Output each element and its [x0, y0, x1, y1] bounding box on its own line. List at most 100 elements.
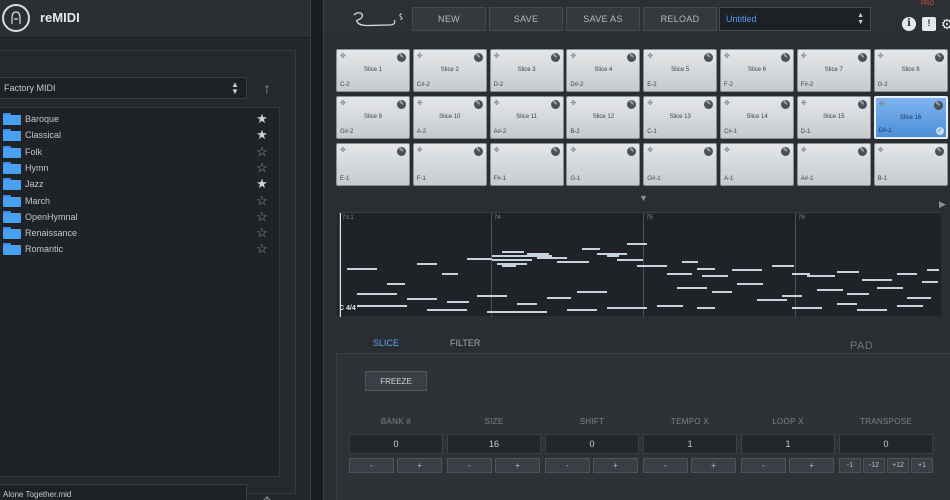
pad[interactable]: ✥ ✎ Slice 10 A-2	[412, 96, 487, 139]
midi-note[interactable]	[927, 269, 939, 271]
midi-note[interactable]	[737, 283, 763, 285]
pad[interactable]: ✥ ✎ Slice 13 C-1	[643, 96, 718, 139]
move-icon[interactable]: ✥	[879, 101, 885, 108]
move-icon[interactable]: ✥	[878, 147, 884, 154]
midi-note[interactable]	[492, 259, 532, 261]
wrench-icon[interactable]: ✎	[934, 147, 944, 156]
midi-note[interactable]	[772, 265, 794, 267]
midi-note[interactable]	[907, 297, 931, 299]
pad[interactable]: ✥ ✎ Slice 16 D#-1 ✓	[873, 96, 948, 139]
wrench-icon[interactable]: ✎	[933, 101, 943, 110]
pad[interactable]: ✥ ✎ Slice 2 C#-2	[412, 49, 487, 92]
reload-button[interactable]: RELOAD	[643, 7, 717, 31]
wrench-icon[interactable]: ✎	[397, 53, 406, 62]
star-filled-icon[interactable]: ★	[255, 177, 269, 191]
wrench-icon[interactable]: ✎	[473, 53, 483, 62]
library-select[interactable]: Factory MIDI ▲ ▼	[0, 77, 247, 99]
star-filled-icon[interactable]: ★	[255, 112, 269, 126]
wrench-icon[interactable]: ✎	[857, 53, 867, 62]
move-icon[interactable]: ✥	[801, 53, 807, 60]
midi-note[interactable]	[502, 265, 516, 267]
pad[interactable]: ✥ ✎ Slice 14 C#-1	[720, 96, 794, 139]
midi-note[interactable]	[922, 281, 938, 283]
midi-note[interactable]	[702, 275, 728, 277]
pad[interactable]: ✥ ✎ Slice 11 A#-2	[489, 96, 564, 139]
midi-note[interactable]	[447, 301, 469, 303]
midi-note[interactable]	[667, 273, 692, 275]
midi-note[interactable]	[807, 275, 835, 277]
pad[interactable]: ✥ ✎ Slice 7 F#-2	[796, 49, 871, 92]
midi-note[interactable]	[487, 311, 547, 313]
midi-note[interactable]	[792, 307, 822, 309]
midi-note[interactable]	[607, 255, 619, 257]
new-button[interactable]: NEW	[412, 7, 486, 31]
midi-note[interactable]	[757, 299, 787, 301]
pad[interactable]: ✥ ✎ Slice 4 D#-2	[566, 49, 641, 92]
save-button[interactable]: SAVE	[489, 7, 563, 31]
current-file-field[interactable]: Alone Together.mid	[0, 484, 247, 500]
midi-note[interactable]	[417, 263, 437, 265]
save-as-button[interactable]: SAVE AS	[566, 7, 640, 31]
freeze-button[interactable]: FREEZE	[365, 371, 427, 391]
transpose-plus-1-button[interactable]: +1	[911, 458, 933, 473]
wrench-icon[interactable]: ✎	[397, 100, 406, 109]
move-icon[interactable]: ✥	[647, 147, 653, 154]
wrench-icon[interactable]: ✎	[781, 100, 790, 109]
pad[interactable]: ✥ ✎ A#-1	[796, 143, 871, 186]
wrench-icon[interactable]: ✎	[857, 147, 867, 156]
midi-note[interactable]	[897, 273, 917, 275]
gear-icon[interactable]: ⚙	[940, 17, 950, 31]
pad[interactable]: ✥ ✎ F#-1	[489, 143, 564, 186]
midi-note[interactable]	[697, 268, 715, 270]
folder-item[interactable]: Baroque ★	[0, 111, 278, 127]
wrench-icon[interactable]: ✎	[704, 53, 714, 62]
panel-divider[interactable]	[310, 0, 324, 500]
pad[interactable]: ✥ ✎ Slice 5 E-2	[643, 49, 718, 92]
midi-note[interactable]	[582, 248, 600, 250]
info-icon[interactable]: i	[902, 17, 916, 31]
move-icon[interactable]: ✥	[724, 147, 730, 154]
move-icon[interactable]: ✥	[647, 53, 653, 60]
wrench-icon[interactable]: ✎	[473, 100, 483, 109]
move-icon[interactable]: ✥	[494, 147, 500, 154]
midi-note[interactable]	[712, 291, 732, 293]
tab-slice[interactable]: SLICE	[373, 338, 399, 348]
pad[interactable]: ✥ ✎ F-1	[412, 143, 487, 186]
midi-note[interactable]	[617, 259, 643, 261]
midi-note[interactable]	[497, 263, 527, 265]
pad[interactable]: ✥ ✎ Slice 6 F-2	[720, 49, 794, 92]
midi-note[interactable]	[427, 309, 467, 311]
wrench-icon[interactable]: ✎	[704, 147, 714, 156]
move-icon[interactable]: ✥	[417, 100, 423, 107]
folder-item[interactable]: Renaissance ☆	[0, 225, 278, 241]
move-icon[interactable]: ✥	[801, 100, 807, 107]
folder-item[interactable]: Jazz ★	[0, 176, 278, 192]
wrench-icon[interactable]: ✎	[397, 147, 406, 156]
wrench-icon[interactable]: ✎	[550, 100, 560, 109]
message-icon[interactable]: !	[922, 17, 936, 31]
folder-item[interactable]: Classical ★	[0, 127, 278, 143]
move-icon[interactable]: ✥	[724, 100, 730, 107]
midi-note[interactable]	[857, 309, 887, 311]
midi-note[interactable]	[682, 261, 698, 263]
midi-note[interactable]	[597, 253, 627, 255]
pad[interactable]: ✥ ✎ B-1	[873, 143, 948, 186]
folder-item[interactable]: March ☆	[0, 193, 278, 209]
pad[interactable]: ✥ ✎ G#-1	[643, 143, 718, 186]
midi-note[interactable]	[537, 257, 567, 259]
move-icon[interactable]: ✥	[417, 147, 423, 154]
pad[interactable]: ✥ ✎ Slice 3 D-2	[489, 49, 564, 92]
transpose-plus-12-button[interactable]: +12	[887, 458, 909, 473]
shift-decrement-button[interactable]: -	[545, 458, 590, 473]
midi-note[interactable]	[407, 298, 437, 300]
move-icon[interactable]: ✥	[340, 53, 346, 60]
midi-note[interactable]	[502, 251, 524, 253]
size-decrement-button[interactable]: -	[447, 458, 492, 473]
move-icon[interactable]: ✥	[417, 53, 423, 60]
wrench-icon[interactable]: ✎	[627, 147, 637, 156]
midi-note[interactable]	[837, 303, 857, 305]
midi-note[interactable]	[347, 268, 377, 270]
midi-note[interactable]	[782, 295, 802, 297]
midi-note[interactable]	[677, 287, 707, 289]
star-outline-icon[interactable]: ☆	[255, 226, 269, 240]
